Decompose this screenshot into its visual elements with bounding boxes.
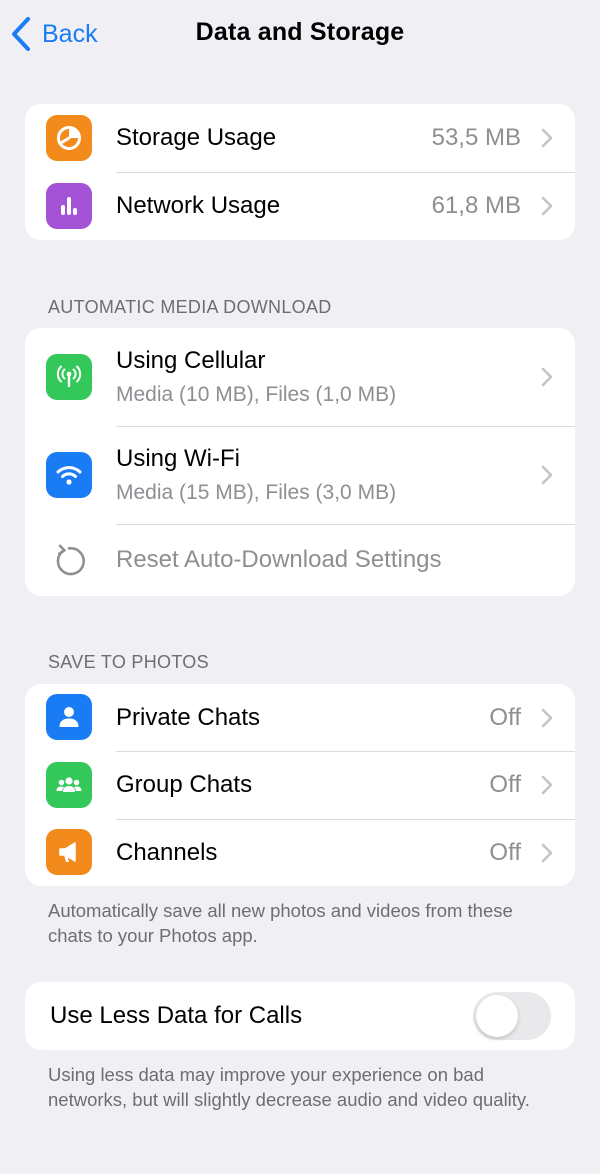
using-cellular-label: Using Cellular (116, 347, 266, 374)
reset-icon (46, 537, 92, 583)
reset-auto-download-label: Reset Auto-Download Settings (116, 546, 442, 573)
use-less-data-row: Use Less Data for Calls (25, 982, 575, 1050)
using-wifi-detail: Media (15 MB), Files (3,0 MB) (116, 481, 397, 504)
calls-group: Use Less Data for Calls (25, 982, 575, 1050)
data-storage-screen: Back Data and Storage Storage Usage 53,5… (0, 0, 600, 1174)
page-title: Data and Storage (195, 18, 405, 46)
chevron-right-icon (541, 367, 553, 387)
chevron-right-icon (541, 196, 553, 216)
section-header-save-to-photos: SAVE TO PHOTOS (48, 652, 209, 672)
channels-label: Channels (116, 839, 218, 866)
chevron-right-icon (541, 708, 553, 728)
chevron-right-icon (541, 775, 553, 795)
save-to-photos-group: Private Chats Off Group Chats Off Channe… (25, 684, 575, 886)
toggle-knob (476, 995, 518, 1037)
pie-chart-icon (46, 115, 92, 161)
navigation-bar: Back Data and Storage (0, 0, 600, 70)
private-chats-label: Private Chats (116, 704, 261, 731)
megaphone-icon (46, 829, 92, 875)
group-chats-label: Group Chats (116, 771, 253, 798)
using-cellular-row[interactable]: Using Cellular Media (10 MB), Files (1,0… (25, 328, 575, 426)
use-less-data-label: Use Less Data for Calls (50, 1002, 303, 1029)
private-chats-value: Off (489, 704, 521, 731)
channels-value: Off (489, 839, 521, 866)
reset-auto-download-button[interactable]: Reset Auto-Download Settings (25, 524, 575, 596)
group-icon (46, 762, 92, 808)
antenna-icon (46, 354, 92, 400)
group-chats-row[interactable]: Group Chats Off (25, 751, 575, 819)
storage-usage-row[interactable]: Storage Usage 53,5 MB (25, 104, 575, 172)
network-usage-label: Network Usage (116, 192, 281, 219)
chevron-right-icon (541, 128, 553, 148)
group-chats-value: Off (489, 771, 521, 798)
network-usage-value: 61,8 MB (431, 192, 521, 219)
network-usage-row[interactable]: Network Usage 61,8 MB (25, 172, 575, 240)
section-header-auto-download: AUTOMATIC MEDIA DOWNLOAD (48, 297, 332, 317)
wifi-icon (46, 452, 92, 498)
calls-footer: Using less data may improve your experie… (48, 1064, 530, 1110)
using-wifi-row[interactable]: Using Wi-Fi Media (15 MB), Files (3,0 MB… (25, 426, 575, 524)
channels-row[interactable]: Channels Off (25, 819, 575, 886)
chevron-right-icon (541, 843, 553, 863)
using-wifi-label: Using Wi-Fi (116, 445, 240, 472)
private-chats-row[interactable]: Private Chats Off (25, 684, 575, 751)
save-to-photos-footer: Automatically save all new photos and vi… (48, 900, 513, 946)
auto-download-group: Using Cellular Media (10 MB), Files (1,0… (25, 328, 575, 596)
using-cellular-detail: Media (10 MB), Files (1,0 MB) (116, 383, 397, 406)
person-icon (46, 694, 92, 740)
bar-chart-icon (46, 183, 92, 229)
storage-usage-label: Storage Usage (116, 124, 277, 151)
use-less-data-toggle[interactable] (473, 992, 551, 1040)
usage-group: Storage Usage 53,5 MB Network Usage 61,8… (25, 104, 575, 240)
storage-usage-value: 53,5 MB (431, 124, 521, 151)
chevron-right-icon (541, 465, 553, 485)
